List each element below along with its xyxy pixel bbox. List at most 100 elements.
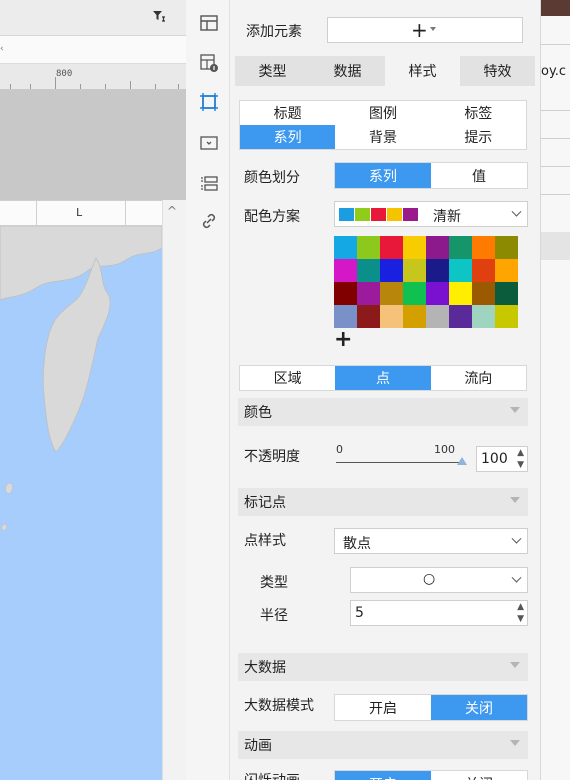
tab-title[interactable]: 标题 — [240, 101, 335, 125]
bigdata-on-option[interactable]: 开启 — [335, 695, 431, 720]
palette-color-30[interactable] — [472, 305, 495, 328]
opacity-slider[interactable]: 0 100 — [336, 440, 468, 470]
palette-color-0[interactable] — [334, 236, 357, 259]
tab-area[interactable]: 区域 — [240, 366, 335, 390]
section-color-title: 颜色 — [244, 405, 272, 421]
palette-color-18[interactable] — [380, 282, 403, 305]
palette-color-25[interactable] — [357, 305, 380, 328]
palette-color-2[interactable] — [380, 236, 403, 259]
color-divide-label: 颜色划分 — [244, 170, 300, 186]
marker-type-dropdown[interactable]: ○ — [350, 567, 528, 593]
opacity-label: 不透明度 — [244, 449, 300, 465]
opacity-thumb[interactable] — [457, 457, 467, 465]
palette-color-6[interactable] — [472, 236, 495, 259]
map-chart[interactable] — [0, 225, 163, 780]
palette-color-3[interactable] — [403, 236, 426, 259]
point-style-label: 点样式 — [244, 533, 286, 549]
color-scheme-dropdown[interactable]: 清新 — [334, 201, 528, 227]
palette-color-24[interactable] — [334, 305, 357, 328]
palette-color-26[interactable] — [380, 305, 403, 328]
palette-color-15[interactable] — [495, 259, 518, 282]
tab-tooltip[interactable]: 提示 — [431, 125, 526, 149]
palette-color-27[interactable] — [403, 305, 426, 328]
palette-color-7[interactable] — [495, 236, 518, 259]
add-icon: + — [411, 18, 428, 42]
tab-label[interactable]: 标签 — [431, 101, 526, 125]
island-small — [5, 482, 13, 494]
chevron-left-icon[interactable]: ‹ — [0, 44, 4, 54]
scheme-swatch-0 — [339, 208, 354, 221]
sheet-row: ‹ — [0, 36, 186, 64]
palette-color-12[interactable] — [426, 259, 449, 282]
palette-color-1[interactable] — [357, 236, 380, 259]
palette-color-19[interactable] — [403, 282, 426, 305]
section-color[interactable]: 颜色 — [238, 398, 528, 426]
palette-color-13[interactable] — [449, 259, 472, 282]
tab-series[interactable]: 系列 — [240, 125, 336, 149]
tab-style[interactable]: 样式 — [385, 56, 460, 86]
tab-type[interactable]: 类型 — [235, 56, 310, 86]
bigdata-off-option[interactable]: 关闭 — [431, 695, 527, 720]
scheme-swatch-2 — [371, 208, 386, 221]
marker-type-label: 类型 — [260, 575, 288, 591]
palette-color-28[interactable] — [426, 305, 449, 328]
flash-animation-label: 闪烁动画 — [244, 770, 300, 780]
stepper-up-icon[interactable]: ▲ — [517, 447, 524, 459]
section-bigdata[interactable]: 大数据 — [238, 653, 528, 681]
add-element-label: 添加元素 — [246, 24, 302, 40]
layout-icon[interactable] — [196, 10, 222, 36]
widget-settings-icon[interactable] — [196, 50, 222, 76]
scroll-up-icon[interactable]: ^ — [167, 204, 177, 218]
color-palette-grid — [334, 236, 518, 328]
palette-color-4[interactable] — [426, 236, 449, 259]
background-window: oy.c — [540, 0, 570, 780]
point-style-dropdown[interactable]: 散点 — [334, 528, 528, 554]
tab-flow[interactable]: 流向 — [431, 366, 526, 390]
palette-color-17[interactable] — [357, 282, 380, 305]
canvas-scrollbar[interactable]: ^ — [162, 200, 186, 780]
filter-icon[interactable] — [152, 9, 166, 27]
stepper-down-icon[interactable]: ▼ — [517, 459, 524, 471]
palette-color-10[interactable] — [380, 259, 403, 282]
palette-color-29[interactable] — [449, 305, 472, 328]
add-element-dropdown[interactable]: + — [327, 17, 523, 43]
tab-effects[interactable]: 特效 — [460, 56, 535, 86]
link-icon[interactable] — [196, 208, 222, 234]
section-animation[interactable]: 动画 — [238, 731, 528, 759]
flash-off-option[interactable]: 关闭 — [431, 771, 527, 780]
palette-color-31[interactable] — [495, 305, 518, 328]
add-color-icon[interactable]: + — [334, 328, 352, 352]
stepper-up-icon[interactable]: ▲ — [517, 601, 524, 613]
palette-color-11[interactable] — [403, 259, 426, 282]
palette-color-14[interactable] — [472, 259, 495, 282]
palette-color-21[interactable] — [449, 282, 472, 305]
opacity-max: 100 — [434, 443, 455, 456]
tab-point[interactable]: 点 — [335, 366, 431, 390]
color-divide-value-option[interactable]: 值 — [431, 163, 527, 188]
opacity-input[interactable]: 100 ▲ ▼ — [476, 446, 528, 472]
dropdown-widget-icon[interactable] — [196, 130, 222, 156]
palette-color-8[interactable] — [334, 259, 357, 282]
color-scheme-label: 配色方案 — [244, 209, 300, 225]
scheme-swatch-3 — [387, 208, 402, 221]
palette-color-20[interactable] — [426, 282, 449, 305]
style-frame-icon[interactable] — [196, 89, 222, 115]
radius-input[interactable]: 5 ▲ ▼ — [350, 600, 528, 626]
tab-background[interactable]: 背景 — [335, 125, 430, 149]
palette-color-23[interactable] — [495, 282, 518, 305]
palette-color-16[interactable] — [334, 282, 357, 305]
point-style-value: 散点 — [343, 536, 371, 552]
layer-tabs: 区域 点 流向 — [239, 365, 527, 391]
palette-color-22[interactable] — [472, 282, 495, 305]
color-divide-series-option[interactable]: 系列 — [335, 163, 431, 188]
palette-color-5[interactable] — [449, 236, 472, 259]
side-icon-toolbar — [186, 0, 230, 780]
palette-color-9[interactable] — [357, 259, 380, 282]
tab-legend[interactable]: 图例 — [335, 101, 430, 125]
tab-data[interactable]: 数据 — [310, 56, 385, 86]
section-marker[interactable]: 标记点 — [238, 488, 528, 516]
stepper-down-icon[interactable]: ▼ — [517, 613, 524, 625]
list-layers-icon[interactable] — [196, 170, 222, 196]
color-divide-toggle: 系列 值 — [334, 162, 528, 189]
flash-on-option[interactable]: 开启 — [335, 771, 431, 780]
